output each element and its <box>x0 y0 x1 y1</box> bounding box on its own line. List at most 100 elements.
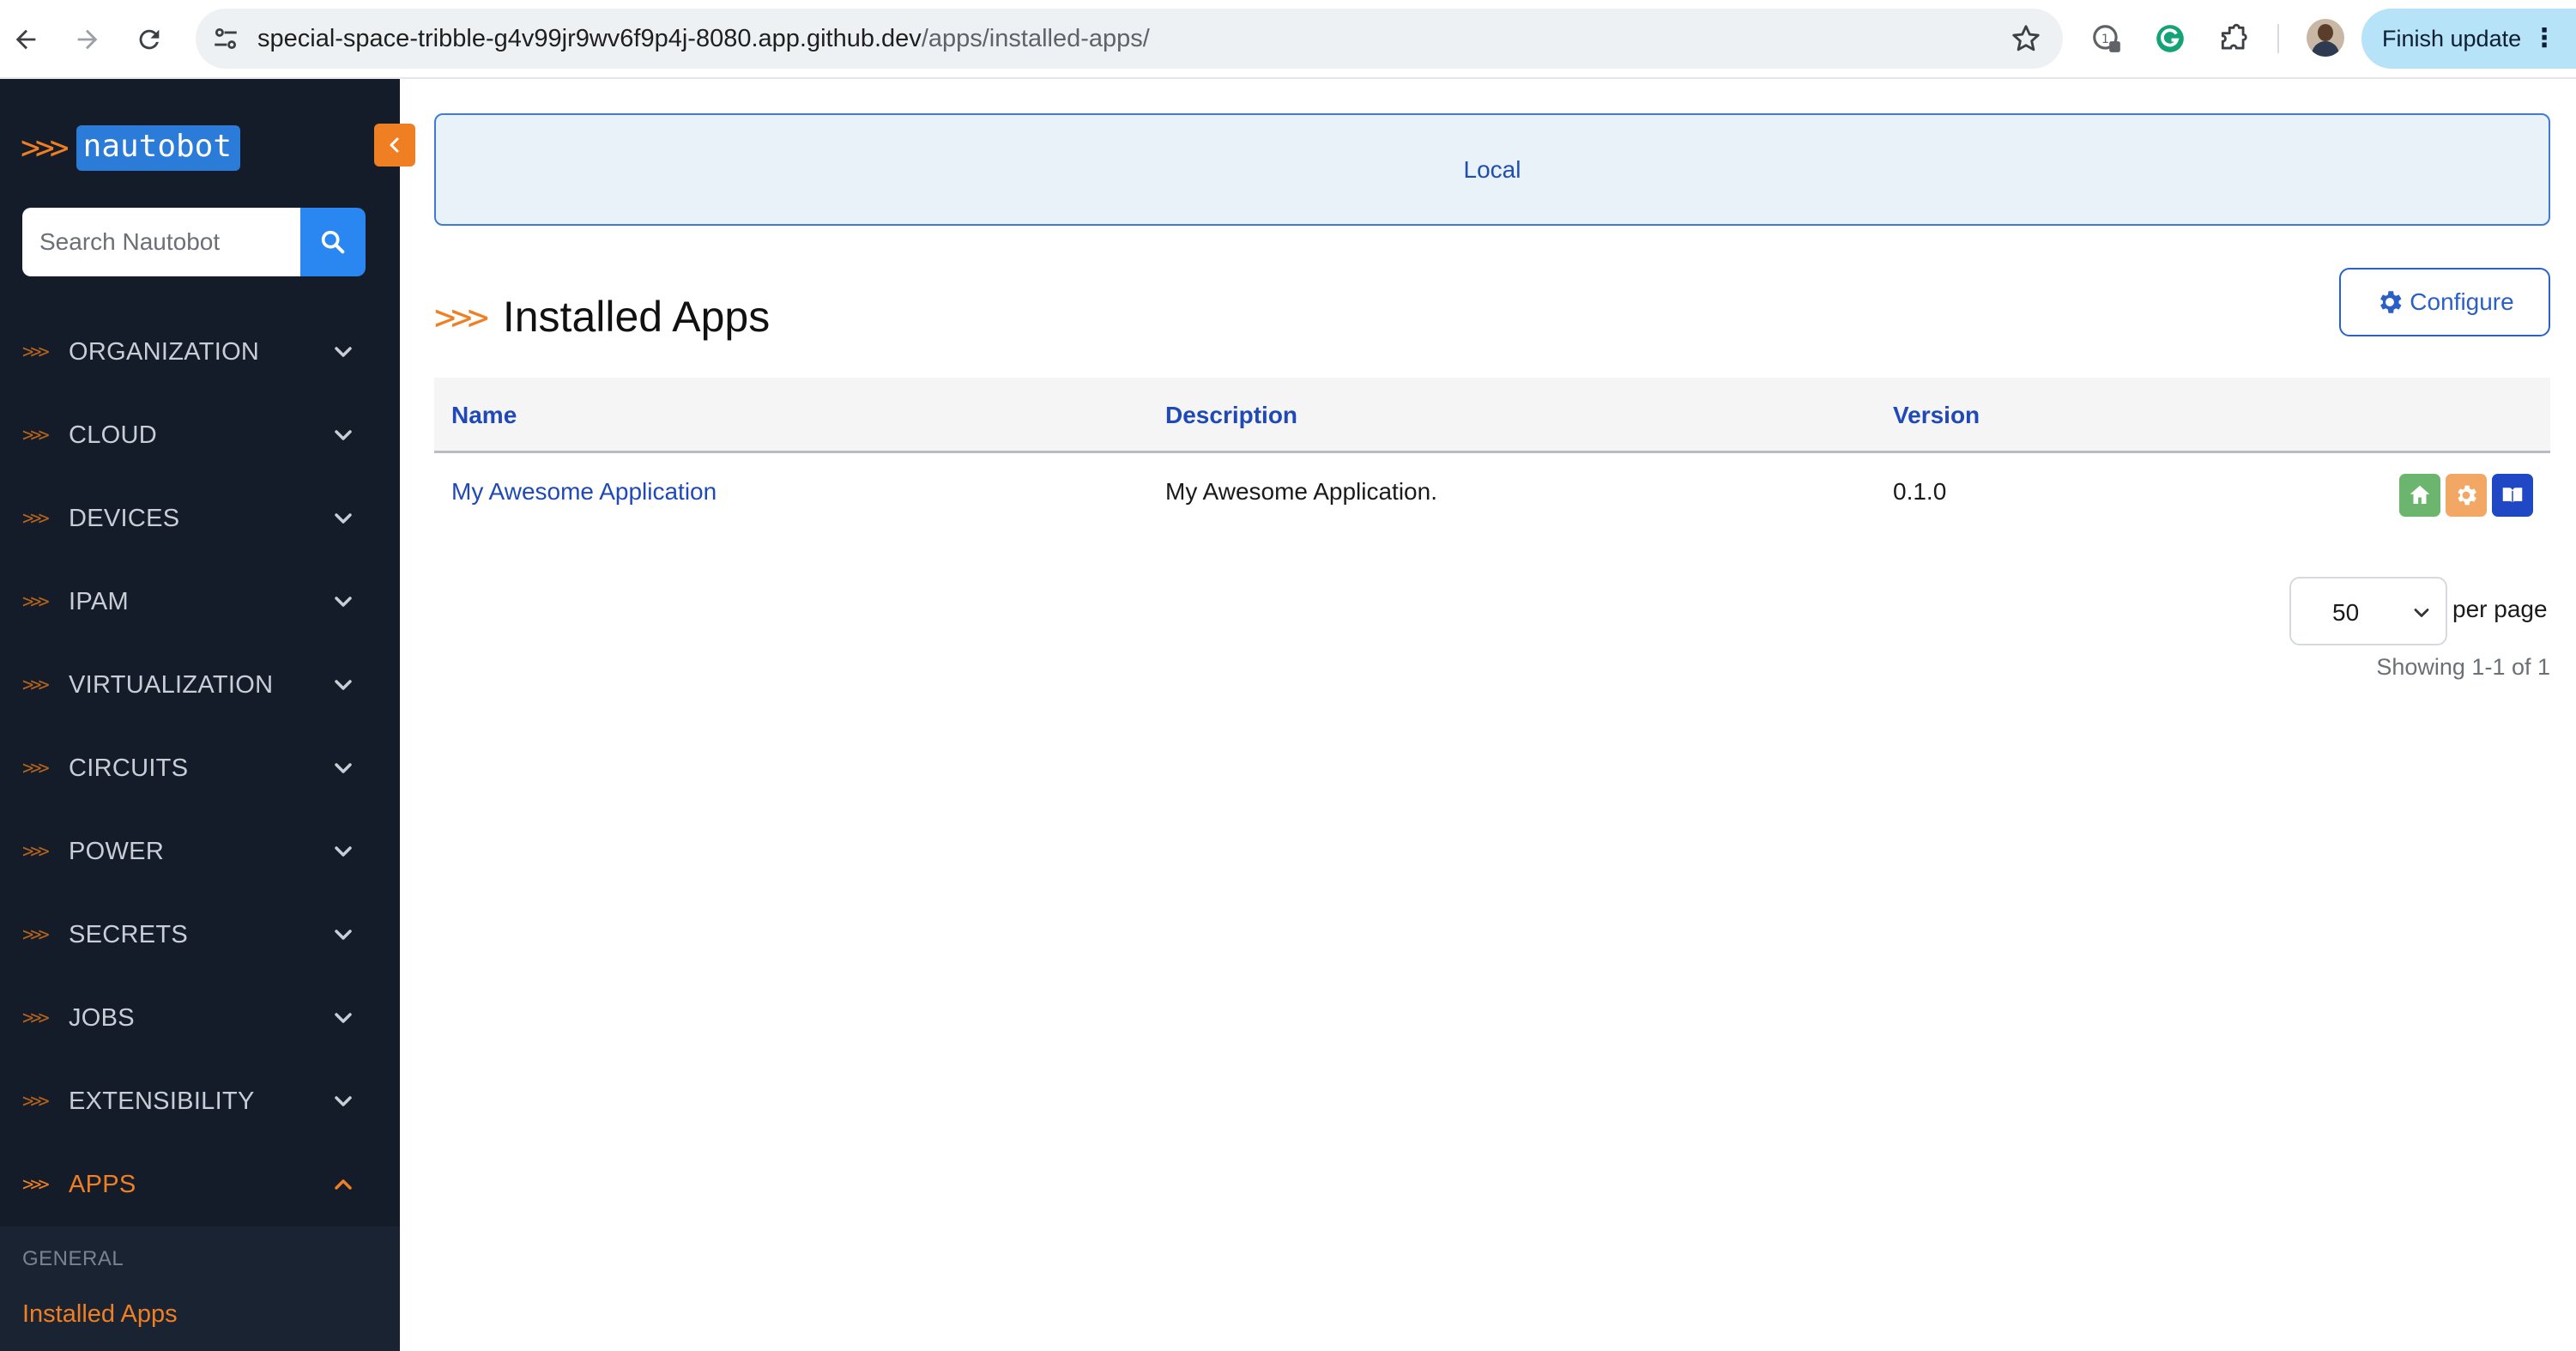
site-settings-icon[interactable] <box>209 22 242 55</box>
menu-arrows: >>> <box>22 591 50 613</box>
installed-apps-table: Name Description Version My Awesome Appl… <box>434 378 2550 530</box>
url-path: /apps/installed-apps/ <box>921 25 1150 52</box>
app-name-link[interactable]: My Awesome Application <box>451 453 717 530</box>
menu-arrows: >>> <box>22 1008 50 1029</box>
sidebar-item-label: SECRETS <box>69 921 189 948</box>
nautobot-logo[interactable]: >>> nautobot <box>21 122 241 173</box>
environment-banner: Local <box>434 113 2550 226</box>
logo-arrows: >>> <box>21 129 70 167</box>
chevron-down-icon <box>335 513 352 524</box>
chevron-down-icon <box>335 597 352 607</box>
sidebar-item-label: VIRTUALIZATION <box>69 671 274 699</box>
apps-submenu: GENERAL Installed Apps <box>0 1227 400 1351</box>
password-extension-icon[interactable]: 1 <box>2087 19 2126 58</box>
sidebar-item-extensibility[interactable]: >>> EXTENSIBILITY <box>0 1060 400 1143</box>
gear-icon <box>2380 291 2402 313</box>
chevron-left-icon <box>390 137 399 153</box>
sidebar-item-ipam[interactable]: >>> IPAM <box>0 560 400 644</box>
app-config-button[interactable] <box>2446 474 2487 517</box>
menu-arrows: >>> <box>22 924 50 946</box>
back-button[interactable] <box>2 15 50 64</box>
table-row: My Awesome Application My Awesome Applic… <box>434 453 2550 530</box>
sidebar-item-secrets[interactable]: >>> SECRETS <box>0 894 400 977</box>
submenu-heading: GENERAL <box>22 1247 124 1270</box>
app-home-button[interactable] <box>2399 474 2440 517</box>
search-icon <box>321 230 345 254</box>
sidebar: >>> nautobot >>> ORGANIZATION >>> CLOUD >>> D… <box>0 79 400 1351</box>
sidebar-item-cloud[interactable]: >>> CLOUD <box>0 394 400 477</box>
showing-count: Showing 1-1 of 1 <box>2376 654 2550 680</box>
url-host: special-space-tribble-g4v99jr9wv6f9p4j-8… <box>257 25 922 52</box>
sidebar-item-label: POWER <box>69 838 165 865</box>
search-input[interactable] <box>22 208 300 276</box>
sidebar-collapse-button[interactable] <box>374 124 415 167</box>
finish-update-button[interactable]: Finish update ⋮ <box>2361 9 2576 69</box>
sidebar-item-label: JOBS <box>69 1004 135 1032</box>
finish-update-label: Finish update <box>2382 25 2522 51</box>
sidebar-item-label: CLOUD <box>69 421 158 449</box>
arrow-left-icon <box>15 29 36 50</box>
configure-label: Configure <box>2410 288 2514 315</box>
sidebar-item-label: DEVICES <box>69 505 180 532</box>
chevron-down-icon <box>335 763 352 773</box>
sidebar-item-virtualization[interactable]: >>> VIRTUALIZATION <box>0 644 400 727</box>
menu-arrows: >>> <box>22 508 50 530</box>
per-page-value: 50 <box>2332 599 2360 626</box>
chevron-down-icon <box>335 347 352 357</box>
column-header-description[interactable]: Description <box>1165 378 1297 453</box>
sidebar-item-circuits[interactable]: >>> CIRCUITS <box>0 727 400 810</box>
app-docs-button[interactable] <box>2492 474 2533 517</box>
sidebar-item-label: IPAM <box>69 588 129 615</box>
sidebar-item-label: CIRCUITS <box>69 754 189 782</box>
kebab-menu-icon[interactable]: ⋮ <box>2531 24 2557 53</box>
menu-arrows: >>> <box>22 758 50 779</box>
browser-toolbar: special-space-tribble-g4v99jr9wv6f9p4j-8… <box>0 0 2576 79</box>
sidebar-item-power[interactable]: >>> POWER <box>0 810 400 894</box>
column-header-name[interactable]: Name <box>451 378 517 453</box>
chevron-up-icon <box>335 1179 352 1190</box>
reload-icon <box>139 29 160 50</box>
svg-text:1: 1 <box>2101 33 2109 46</box>
per-page-select[interactable]: 50 <box>2289 577 2447 645</box>
sidebar-item-label: APPS <box>69 1171 136 1198</box>
chevron-down-icon <box>335 1096 352 1106</box>
sidebar-menu: >>> ORGANIZATION >>> CLOUD >>> DEVICES >>> IPAM… <box>0 311 400 1227</box>
app-version: 0.1.0 <box>1893 478 1947 505</box>
extensions-puzzle-icon[interactable] <box>2214 19 2253 58</box>
sidebar-item-devices[interactable]: >>> DEVICES <box>0 477 400 560</box>
chevron-down-icon <box>335 680 352 690</box>
reload-button[interactable] <box>125 15 173 64</box>
address-bar[interactable]: special-space-tribble-g4v99jr9wv6f9p4j-8… <box>196 9 2063 69</box>
arrow-right-icon <box>77 29 98 50</box>
profile-avatar[interactable] <box>2307 19 2344 57</box>
chevron-down-icon <box>335 1013 352 1023</box>
menu-arrows: >>> <box>22 1174 50 1196</box>
menu-arrows: >>> <box>22 675 50 696</box>
menu-arrows: >>> <box>22 841 50 863</box>
sidebar-item-apps[interactable]: >>> APPS <box>0 1143 400 1227</box>
url-text: special-space-tribble-g4v99jr9wv6f9p4j-8… <box>257 9 1150 69</box>
gear-icon <box>2458 485 2476 506</box>
search-button[interactable] <box>300 208 366 276</box>
menu-arrows: >>> <box>22 342 50 363</box>
forward-button[interactable] <box>63 15 112 64</box>
sidebar-item-installed-apps[interactable]: Installed Apps <box>22 1300 178 1329</box>
column-header-version[interactable]: Version <box>1893 378 1980 453</box>
sidebar-item-label: EXTENSIBILITY <box>69 1087 255 1115</box>
book-icon <box>2502 488 2523 504</box>
logo-text: nautobot <box>76 124 241 171</box>
sidebar-item-jobs[interactable]: >>> JOBS <box>0 977 400 1060</box>
row-actions <box>2399 474 2533 517</box>
bookmark-star-icon[interactable] <box>2010 22 2042 55</box>
chevron-down-icon <box>2414 609 2429 617</box>
sidebar-item-organization[interactable]: >>> ORGANIZATION <box>0 311 400 394</box>
sidebar-item-label: ORGANIZATION <box>69 338 260 366</box>
banner-text: Local <box>1463 155 1521 183</box>
menu-arrows: >>> <box>22 1091 50 1112</box>
title-arrows: >>> <box>434 295 489 338</box>
configure-button[interactable]: Configure <box>2339 268 2550 336</box>
table-header: Name Description Version <box>434 378 2550 453</box>
sidebar-search <box>22 208 366 276</box>
grammarly-icon[interactable] <box>2150 19 2190 58</box>
toolbar-divider <box>2277 24 2279 53</box>
